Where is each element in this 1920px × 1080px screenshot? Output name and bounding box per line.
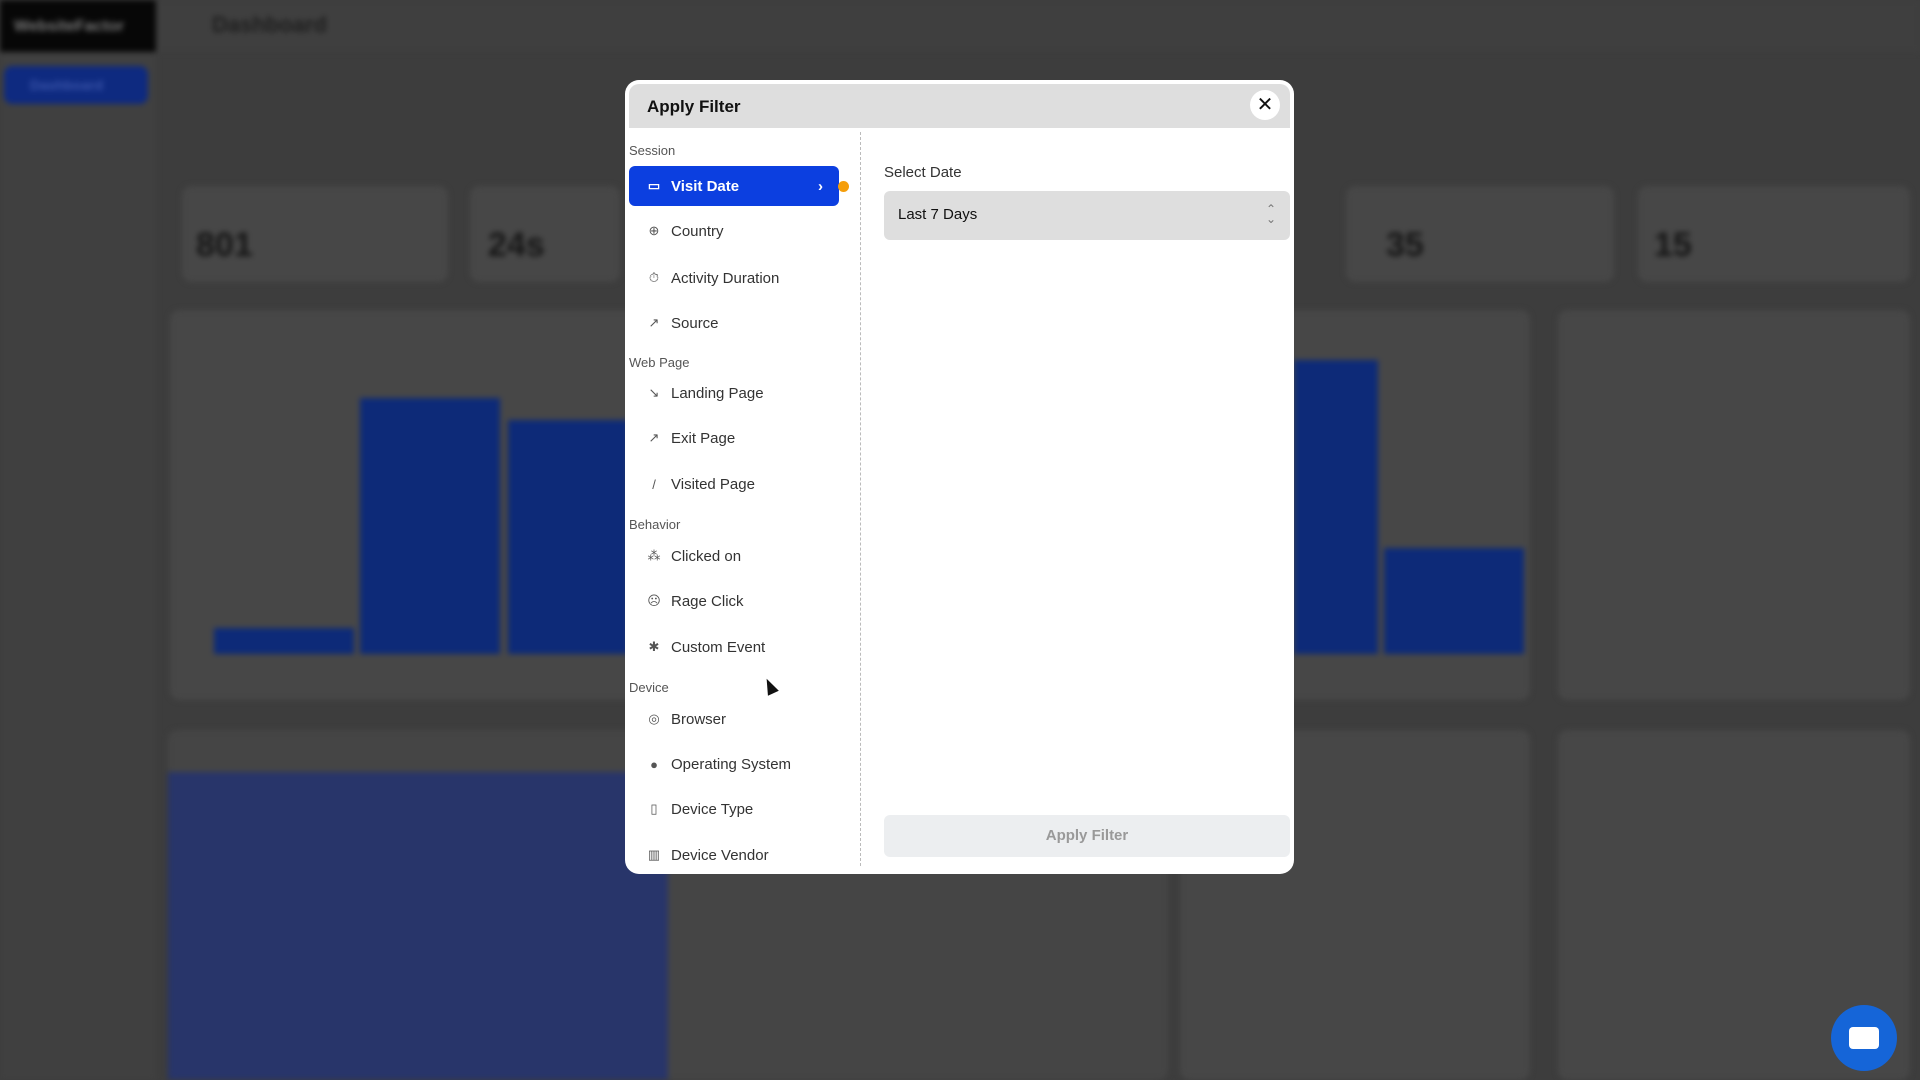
chevron-right-icon: ›	[818, 177, 823, 195]
item-label: Activity Duration	[671, 269, 780, 287]
apply-filter-button[interactable]: Apply Filter	[884, 815, 1290, 857]
filter-item-clicked-on[interactable]: ⁂ Clicked on	[629, 536, 839, 576]
select-value: Last 7 Days	[898, 206, 978, 223]
close-icon[interactable]: ✕	[1250, 90, 1280, 120]
stat-value: 801	[196, 226, 253, 264]
chat-icon	[1849, 1027, 1879, 1049]
stat-value: 35	[1386, 226, 1424, 264]
item-label: Clicked on	[671, 547, 742, 565]
globe-icon: ⊕	[648, 223, 660, 238]
filter-item-device-type[interactable]: ▯ Device Type	[629, 789, 839, 829]
section-label-session: Session	[629, 143, 676, 158]
sidebar: WebsiteFactor Dashboard	[0, 0, 156, 1080]
item-label: Landing Page	[671, 384, 764, 402]
top-pages-card	[1558, 310, 1910, 700]
filter-item-source[interactable]: ↗ Source	[629, 303, 839, 343]
chevron-up-down-icon: ⌃ ⌄	[1265, 202, 1276, 226]
angry-face-icon: ☹	[647, 593, 661, 608]
chart-bar	[360, 398, 500, 654]
chart-bar	[508, 420, 628, 654]
item-label: Country	[671, 222, 724, 240]
filter-item-custom-event[interactable]: ✱ Custom Event	[629, 627, 839, 667]
filter-item-rage-click[interactable]: ☹ Rage Click	[629, 581, 839, 621]
item-label: Visit Date	[671, 177, 740, 195]
source-icon: ↗	[648, 315, 660, 330]
chart-bar	[214, 628, 354, 654]
select-date-label: Select Date	[884, 164, 962, 181]
item-label: Operating System	[671, 755, 792, 773]
chat-button[interactable]	[1831, 1005, 1897, 1071]
click-icon: ⁂	[647, 548, 661, 563]
page-title: Dashboard	[212, 12, 327, 37]
filter-item-device-vendor[interactable]: ▥ Device Vendor	[629, 835, 839, 874]
item-label: Rage Click	[671, 592, 744, 610]
chrome-icon: ◎	[648, 711, 660, 726]
filter-item-visited-page[interactable]: / Visited Page	[629, 464, 839, 504]
stat-value: 24s	[488, 226, 545, 264]
column-divider	[860, 132, 861, 866]
section-label-web-page: Web Page	[629, 355, 690, 370]
apple-icon: ●	[650, 756, 658, 772]
arrow-down-right-icon: ↘	[648, 385, 660, 400]
filter-item-exit-page[interactable]: ↗ Exit Page	[629, 418, 839, 458]
slash-icon: /	[652, 476, 656, 492]
section-label-behavior: Behavior	[629, 517, 681, 532]
filter-item-operating-system[interactable]: ● Operating System	[629, 744, 839, 784]
stat-value: 15	[1654, 226, 1692, 264]
sidebar-item-dashboard[interactable]: Dashboard	[4, 66, 148, 104]
filter-item-country[interactable]: ⊕ Country	[629, 211, 839, 251]
item-label: Exit Page	[671, 429, 736, 447]
item-label: Device Vendor	[671, 846, 769, 864]
active-indicator	[838, 181, 849, 192]
apply-filter-modal: Apply Filter ✕ Session ▭ Visit Date › ⊕ Cou…	[625, 80, 1294, 874]
filter-item-activity-duration[interactable]: ⏱ Activity Duration	[629, 258, 839, 298]
filter-item-visit-date[interactable]: ▭ Visit Date ›	[629, 166, 849, 206]
filter-item-landing-page[interactable]: ↘ Landing Page	[629, 373, 839, 413]
asterisk-icon: ✱	[648, 639, 660, 654]
section-label-device: Device	[629, 680, 669, 695]
item-label: Custom Event	[671, 638, 766, 656]
phone-icon: ▯	[650, 801, 658, 816]
item-label: Device Type	[671, 800, 754, 818]
modal-header: Apply Filter ✕	[629, 84, 1290, 128]
brand-logo: WebsiteFactor	[0, 0, 156, 52]
filter-item-browser[interactable]: ◎ Browser	[629, 699, 839, 739]
modal-title: Apply Filter	[647, 97, 741, 116]
date-range-select[interactable]: Last 7 Days ⌃ ⌄	[884, 191, 1290, 240]
item-label: Source	[671, 314, 719, 332]
calendar-icon: ▭	[647, 178, 661, 193]
building-icon: ▥	[647, 847, 661, 862]
item-label: Browser	[671, 710, 727, 728]
item-label: Visited Page	[671, 475, 755, 493]
stopwatch-icon: ⏱	[648, 270, 660, 285]
arrow-up-right-icon: ↗	[648, 430, 660, 445]
chart-bar	[1294, 360, 1378, 654]
top-bar	[156, 0, 1920, 52]
map-region	[168, 772, 668, 1080]
chart-bar	[1384, 548, 1524, 654]
